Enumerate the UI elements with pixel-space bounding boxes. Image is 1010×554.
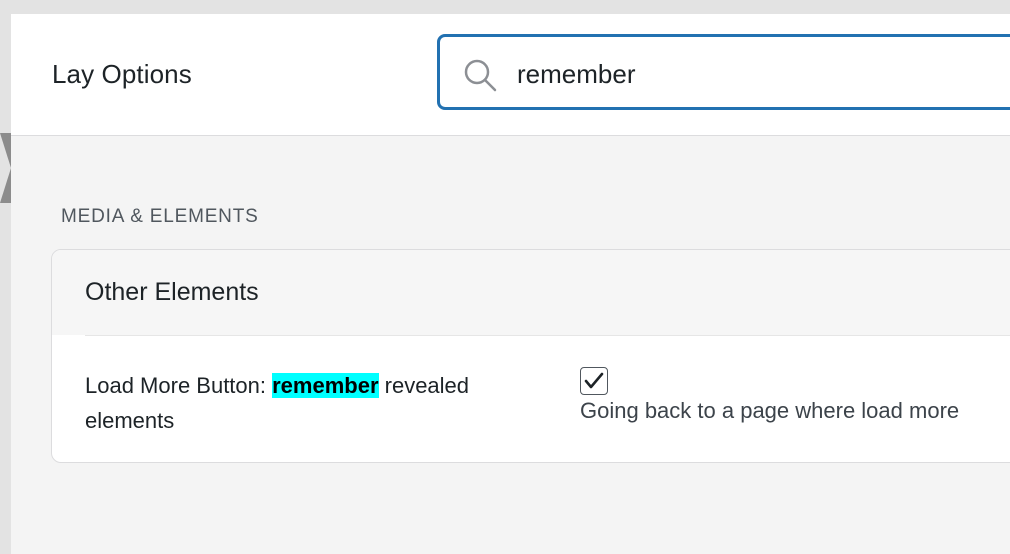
divider (85, 335, 1010, 336)
remember-revealed-checkbox[interactable] (580, 367, 608, 395)
search-highlight: remember (272, 373, 379, 398)
section-label: MEDIA & ELEMENTS (61, 206, 259, 227)
search-input[interactable] (517, 54, 1010, 94)
card-header: Other Elements (52, 250, 1010, 335)
options-card: Other Elements Load More Button: remembe… (51, 249, 1010, 463)
checkmark-icon (584, 372, 604, 389)
options-panel: Lay Options MEDIA & ELEMENTS Other Eleme… (11, 14, 1010, 554)
page-title: Lay Options (52, 59, 192, 89)
card-title: Other Elements (85, 278, 259, 306)
option-description: Going back to a page where load more (580, 398, 960, 423)
option-label-prefix: Load More Button: (85, 373, 273, 398)
search-box[interactable] (437, 34, 1010, 110)
header-bar: Lay Options (11, 14, 1010, 136)
option-label: Load More Button: remember revealed elem… (85, 368, 555, 438)
collapse-arrow-icon (0, 133, 11, 203)
collapse-handle[interactable] (0, 133, 11, 203)
search-icon (462, 57, 498, 93)
